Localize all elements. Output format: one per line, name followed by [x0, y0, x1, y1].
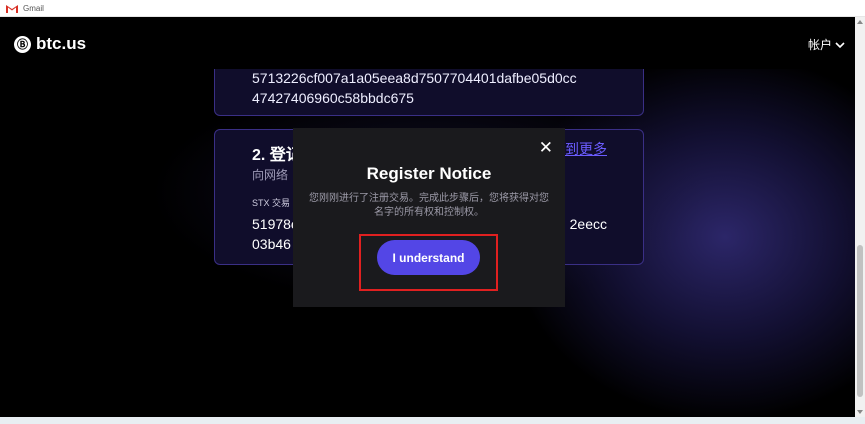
register-notice-modal: ✕ Register Notice 您刚刚进行了注册交易。完成此步骤后，您将获得…	[293, 128, 565, 307]
step-subtitle: 向网络	[252, 168, 289, 182]
account-menu[interactable]: 帐户	[808, 36, 845, 53]
hash-line-2: 47427406960c58bbdc675	[252, 90, 414, 106]
page-scrollbar[interactable]	[855, 17, 865, 417]
scroll-down-icon[interactable]	[857, 410, 863, 414]
tab-title[interactable]: Gmail	[23, 4, 44, 13]
gmail-icon	[6, 4, 18, 13]
btc-logo-icon: Ⓑ	[14, 35, 31, 53]
tx-hash-line-1-start: 51978e	[252, 216, 299, 232]
window-bottom-edge	[0, 417, 865, 424]
brand[interactable]: Ⓑ btc.us	[14, 34, 86, 54]
app-viewport: Ⓑ btc.us 帐户 5713226cf007a1a05eea8d750770…	[0, 17, 855, 417]
hash-line-1: 5713226cf007a1a05eea8d7507704401dafbe05d…	[252, 70, 577, 86]
stx-transaction-label: STX 交易	[252, 198, 291, 208]
tx-hash-line-2-start: 03b46	[252, 236, 291, 252]
modal-description: 您刚刚进行了注册交易。完成此步骤后，您将获得对您名字的所有权和控制权。	[309, 193, 549, 218]
browser-tab-bar: Gmail	[0, 0, 865, 17]
learn-more-link[interactable]: 到更多	[565, 139, 607, 159]
modal-title: Register Notice	[366, 164, 492, 183]
brand-name: btc.us	[36, 34, 87, 53]
chevron-down-icon	[835, 38, 845, 52]
i-understand-button[interactable]: I understand	[377, 240, 480, 275]
transaction-hash: 5713226cf007a1a05eea8d7507704401dafbe05d…	[252, 68, 577, 108]
top-navigation: Ⓑ btc.us 帐户	[0, 17, 855, 69]
close-icon[interactable]: ✕	[539, 138, 553, 158]
tx-hash-line-1-end: 2eecc	[569, 216, 607, 232]
scroll-up-icon[interactable]	[857, 20, 863, 24]
scrollbar-thumb[interactable]	[857, 245, 863, 397]
account-label: 帐户	[807, 38, 832, 52]
